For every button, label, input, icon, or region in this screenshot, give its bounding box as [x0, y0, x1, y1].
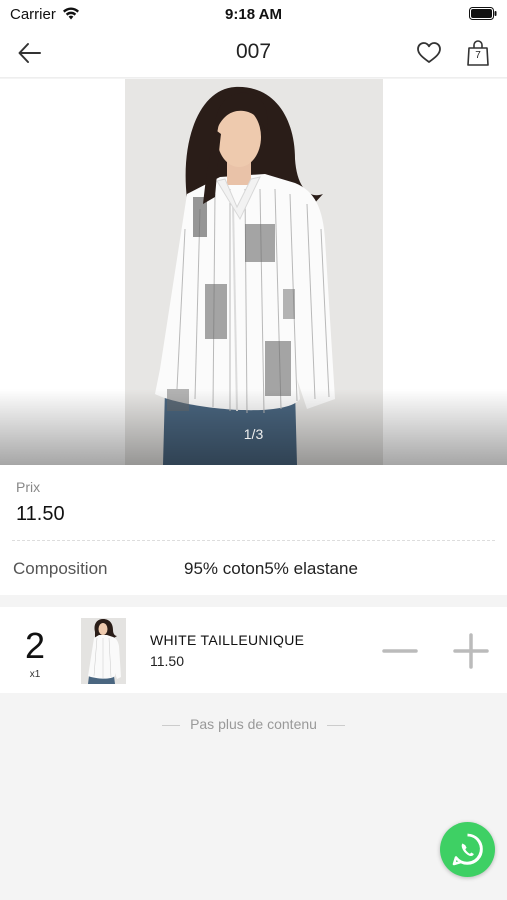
- divider: [12, 540, 495, 541]
- product-image-carousel[interactable]: 1/3: [0, 79, 507, 465]
- increase-quantity-button[interactable]: [453, 633, 489, 669]
- battery-icon: [469, 7, 497, 25]
- whatsapp-icon: [452, 833, 483, 866]
- image-page-indicator: 1/3: [243, 426, 264, 442]
- status-time: 9:18 AM: [225, 6, 282, 23]
- composition-label: Composition: [13, 559, 108, 578]
- no-more-content-text: Pas plus de contenu: [190, 716, 317, 732]
- navigation-bar: 007 7: [0, 28, 507, 78]
- cart-quantity: 2: [24, 625, 46, 666]
- cart-item-thumbnail: [81, 618, 126, 684]
- composition-value: 95% coton5% elastane: [184, 559, 358, 578]
- product-info: Prix 11.50 Composition 95% coton5% elast…: [0, 465, 507, 595]
- end-of-content-note: Pas plus de contenu: [0, 716, 507, 732]
- plus-icon: [453, 633, 489, 669]
- cart-item-row: 2 x1 WHITE TAILLEUNIQUE 11.50: [0, 607, 507, 693]
- cart-item-price: 11.50: [150, 653, 184, 669]
- decrease-quantity-button[interactable]: [382, 635, 418, 667]
- bag-count-badge: 7: [475, 50, 481, 61]
- cart-multiplier: x1: [29, 669, 41, 680]
- divider-line: [326, 724, 345, 726]
- divider-line: [162, 724, 181, 726]
- price-value: 11.50: [16, 503, 65, 525]
- status-bar: Carrier 9:18 AM: [0, 0, 507, 28]
- price-label: Prix: [16, 479, 41, 495]
- heart-icon[interactable]: [416, 40, 442, 66]
- shopping-bag-icon[interactable]: 7: [466, 39, 490, 67]
- whatsapp-button[interactable]: [440, 822, 495, 877]
- cart-item-name: WHITE TAILLEUNIQUE: [150, 632, 305, 648]
- minus-icon: [382, 649, 418, 653]
